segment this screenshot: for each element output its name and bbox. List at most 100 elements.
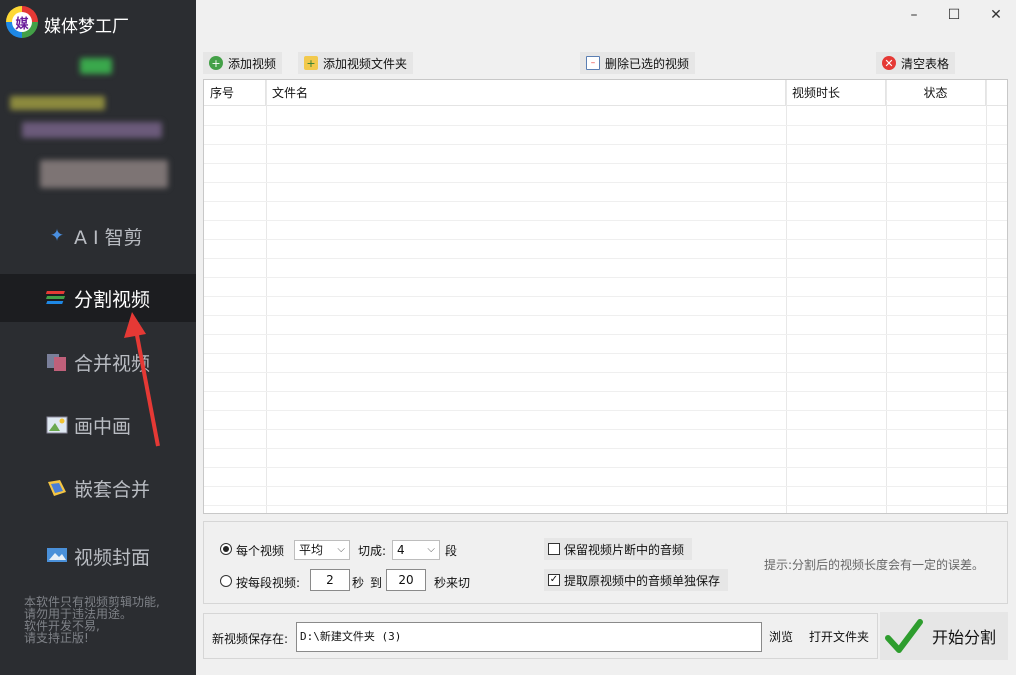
method-select-value: 平均 xyxy=(299,543,324,557)
blurred-account-info xyxy=(22,122,162,138)
segment-unit-label: 段 xyxy=(445,544,458,558)
ai-clip-icon: ✦ xyxy=(49,226,65,246)
add-folder-button[interactable]: + 添加视频文件夹 xyxy=(298,52,414,74)
clear-table-label: 清空表格 xyxy=(901,56,950,71)
folder-add-icon: + xyxy=(304,56,318,70)
table-row-divider xyxy=(204,448,1007,449)
video-cover-icon xyxy=(46,546,68,566)
sidebar-item-merge-video[interactable]: 合并视频 xyxy=(0,338,196,386)
app-title: 媒体梦工厂 xyxy=(44,17,129,37)
random-cut-label: 秒来切 xyxy=(434,576,471,590)
clear-table-button[interactable]: ✕ 清空表格 xyxy=(876,52,956,74)
sidebar-item-label: A I 智剪 xyxy=(74,226,143,249)
table-row-divider xyxy=(204,486,1007,487)
add-video-label: 添加视频 xyxy=(228,56,277,71)
video-table[interactable]: 序号 文件名 视频时长 状态 xyxy=(203,79,1008,514)
table-row-divider xyxy=(204,505,1007,506)
close-button[interactable]: ✕ xyxy=(976,4,1016,26)
start-split-label: 开始分割 xyxy=(932,628,997,647)
chevron-down-icon: ⌵ xyxy=(427,544,435,555)
minimize-button[interactable]: – xyxy=(894,4,934,26)
seconds-label: 秒 xyxy=(352,576,365,590)
table-row-divider xyxy=(204,201,1007,202)
blurred-user-badge xyxy=(80,58,112,74)
mode-each-radio[interactable] xyxy=(220,543,232,555)
start-split-button[interactable]: 开始分割 xyxy=(880,612,1008,660)
add-video-button[interactable]: + 添加视频 xyxy=(203,52,283,74)
blurred-avatar-name xyxy=(40,160,168,188)
split-video-icon xyxy=(45,288,68,308)
mode-per-segment-radio[interactable] xyxy=(220,575,232,587)
open-folder-button[interactable]: 打开文件夹 xyxy=(804,622,874,652)
clear-x-icon: ✕ xyxy=(882,56,896,70)
extract-audio-label: 提取原视频中的音频单独保存 xyxy=(564,573,721,588)
table-row-divider xyxy=(204,144,1007,145)
to-seconds-input[interactable]: 20 xyxy=(386,569,426,591)
sidebar-item-video-cover[interactable]: 视频封面 xyxy=(0,532,196,580)
table-row-divider xyxy=(204,239,1007,240)
sidebar-item-label: 视频封面 xyxy=(74,546,151,569)
delete-window-icon: – xyxy=(586,56,600,70)
table-row-divider xyxy=(204,429,1007,430)
to-label: 到 xyxy=(370,576,383,590)
checkbox-box xyxy=(548,543,560,555)
table-row-divider xyxy=(204,467,1007,468)
table-row-divider xyxy=(204,391,1007,392)
sidebar-item-label: 分割视频 xyxy=(74,288,151,311)
sidebar-item-picture-in-picture[interactable]: 画中画 xyxy=(0,401,196,449)
plus-circle-icon: + xyxy=(209,56,223,70)
keep-audio-label: 保留视频片断中的音频 xyxy=(564,542,685,557)
blurred-user-info xyxy=(10,96,105,110)
split-options-panel: 每个视频 平均 ⌵ 切成: 4 ⌵ 段 按每段视频: 2 秒 到 20 秒来切 … xyxy=(203,521,1008,604)
table-row-divider xyxy=(204,410,1007,411)
chevron-down-icon: ⌵ xyxy=(337,544,345,555)
notice-line: 请支持正版! xyxy=(24,631,89,645)
checkmark-icon: ✓ xyxy=(548,574,560,586)
add-folder-label: 添加视频文件夹 xyxy=(323,56,408,71)
table-row-divider xyxy=(204,163,1007,164)
segments-select-value: 4 xyxy=(397,543,405,557)
column-header-status[interactable]: 状态 xyxy=(886,80,986,106)
nest-merge-icon xyxy=(46,478,68,498)
mode-each-label[interactable]: 每个视频 xyxy=(236,542,284,559)
hint-text: 提示:分割后的视频长度会有一定的误差。 xyxy=(764,558,985,572)
column-header-index[interactable]: 序号 xyxy=(204,80,266,106)
browse-button[interactable]: 浏览 xyxy=(764,622,798,652)
keep-audio-checkbox[interactable]: 保留视频片断中的音频 xyxy=(544,538,693,560)
app-logo: 媒 xyxy=(6,6,38,38)
extract-audio-checkbox[interactable]: ✓ 提取原视频中的音频单独保存 xyxy=(544,569,729,591)
column-header-duration[interactable]: 视频时长 xyxy=(786,80,886,106)
table-row-divider xyxy=(204,296,1007,297)
sidebar-item-label: 合并视频 xyxy=(74,352,151,375)
maximize-button[interactable]: ☐ xyxy=(934,4,974,26)
cut-into-label: 切成: xyxy=(358,544,387,558)
segments-select[interactable]: 4 ⌵ xyxy=(392,540,440,560)
table-row-divider xyxy=(204,353,1007,354)
logo-char: 媒 xyxy=(12,12,32,32)
method-select[interactable]: 平均 ⌵ xyxy=(294,540,350,560)
sidebar-item-label: 嵌套合并 xyxy=(74,478,151,501)
from-seconds-input[interactable]: 2 xyxy=(310,569,350,591)
delete-selected-button[interactable]: – 删除已选的视频 xyxy=(580,52,696,74)
sidebar-item-label: 画中画 xyxy=(74,415,132,438)
sidebar-item-nest-merge[interactable]: 嵌套合并 xyxy=(0,464,196,512)
save-path-input[interactable]: D:\新建文件夹 (3) xyxy=(296,622,762,652)
table-row-divider xyxy=(204,372,1007,373)
table-row-divider xyxy=(204,315,1007,316)
table-row-divider xyxy=(204,220,1007,221)
sidebar: 媒 媒体梦工厂 ✦ A I 智剪 分割视频 合并视频 画中画 嵌套合并 视频封面… xyxy=(0,0,196,675)
table-row-divider xyxy=(204,334,1007,335)
license-notice: 本软件只有视频剪辑功能, 请勿用于违法用途。 软件开发不易, 请支持正版! xyxy=(24,596,160,644)
table-row-divider xyxy=(204,125,1007,126)
save-path-label: 新视频保存在: xyxy=(212,632,289,646)
table-row-divider xyxy=(204,277,1007,278)
table-row-divider xyxy=(204,258,1007,259)
sidebar-item-ai-clip[interactable]: ✦ A I 智剪 xyxy=(0,212,196,260)
sidebar-item-split-video[interactable]: 分割视频 xyxy=(0,274,196,322)
column-header-filename[interactable]: 文件名 xyxy=(266,80,786,106)
mode-per-segment-label[interactable]: 按每段视频: xyxy=(236,574,300,591)
merge-video-icon xyxy=(46,352,68,372)
green-check-icon xyxy=(885,619,923,653)
picture-in-picture-icon xyxy=(46,415,68,435)
save-location-bar: 新视频保存在: D:\新建文件夹 (3) 浏览 打开文件夹 xyxy=(203,613,878,659)
